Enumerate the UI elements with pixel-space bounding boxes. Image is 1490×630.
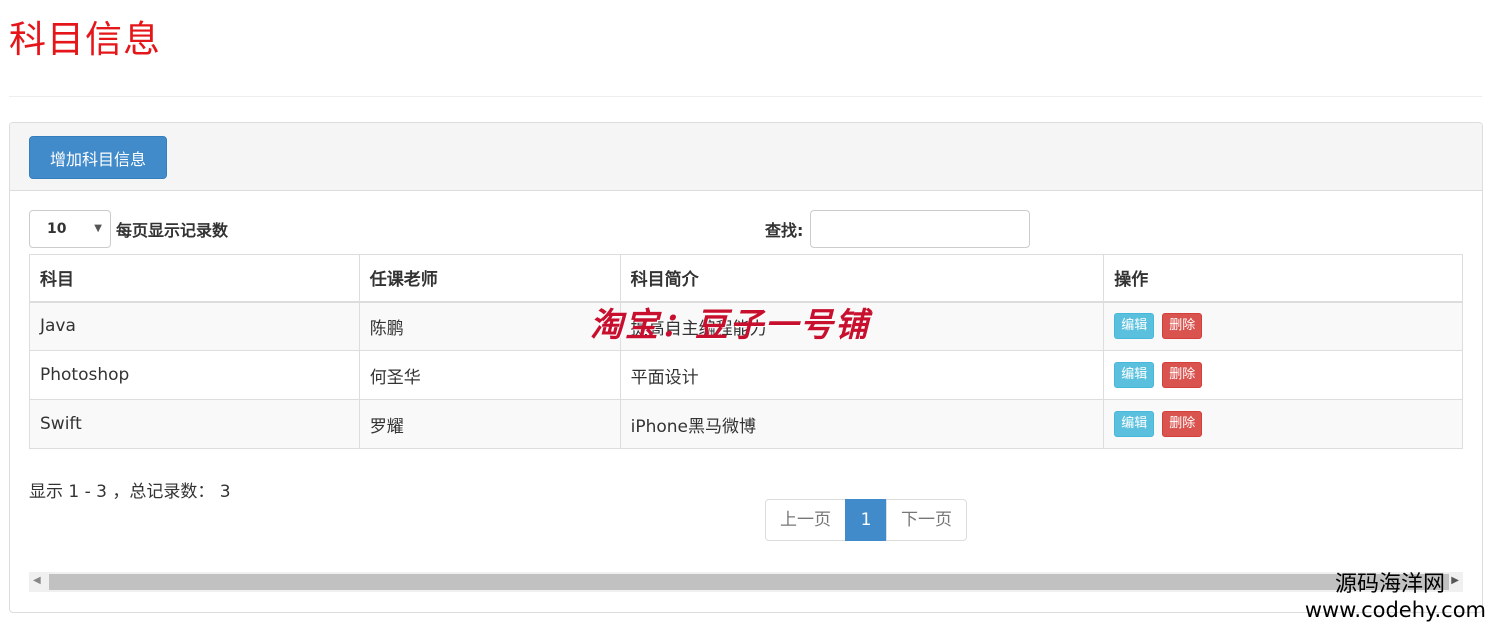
cell-intro: 平面设计 bbox=[619, 350, 1105, 400]
table-header-row: 科目 任课老师 科目简介 操作 bbox=[29, 254, 1463, 303]
column-header-teacher[interactable]: 任课老师 bbox=[358, 254, 621, 303]
column-header-intro[interactable]: 科目简介 bbox=[619, 254, 1105, 303]
pagination: 上一页 1 下一页 bbox=[765, 499, 967, 541]
scroll-left-icon[interactable]: ◀ bbox=[33, 575, 41, 586]
watermark-shop: 淘宝：豆子一号铺 bbox=[590, 305, 870, 344]
scroll-right-icon[interactable]: ▶ bbox=[1451, 575, 1459, 586]
edit-button[interactable]: 编辑 bbox=[1114, 313, 1155, 340]
search-label: 查找: bbox=[765, 221, 804, 240]
page-title: 科目信息 bbox=[9, 18, 161, 61]
search-input[interactable] bbox=[810, 210, 1030, 248]
watermark-url: www.codehy.com bbox=[1304, 598, 1486, 622]
table-row: Photoshop 何圣华 平面设计 编辑 删除 bbox=[29, 350, 1463, 400]
scrollbar-thumb[interactable] bbox=[49, 574, 1449, 590]
cell-teacher: 罗耀 bbox=[358, 399, 621, 449]
horizontal-scrollbar[interactable]: ◀ ▶ bbox=[29, 572, 1463, 592]
subject-panel: 增加科目信息 10 ▼ 每页显示记录数 查找: 科目 任课老师 科目简介 操作 … bbox=[9, 122, 1483, 613]
delete-button[interactable]: 删除 bbox=[1162, 362, 1203, 388]
cell-subject: Swift bbox=[29, 399, 360, 449]
next-page-button[interactable]: 下一页 bbox=[886, 499, 967, 541]
table-info: 显示 1 - 3 ，总记录数： 3 bbox=[29, 482, 231, 502]
chevron-down-icon: ▼ bbox=[94, 223, 102, 234]
column-header-actions: 操作 bbox=[1103, 254, 1463, 303]
title-divider bbox=[9, 96, 1482, 97]
page-length-select[interactable]: 10 ▼ bbox=[29, 210, 111, 248]
add-subject-button[interactable]: 增加科目信息 bbox=[29, 136, 167, 179]
page-length-label: 每页显示记录数 bbox=[116, 221, 229, 240]
cell-subject: Java bbox=[29, 301, 360, 351]
cell-teacher: 陈鹏 bbox=[358, 301, 621, 351]
edit-button[interactable]: 编辑 bbox=[1114, 411, 1155, 437]
cell-teacher: 何圣华 bbox=[358, 350, 621, 400]
edit-button[interactable]: 编辑 bbox=[1114, 362, 1155, 388]
page-1-button[interactable]: 1 bbox=[845, 499, 887, 541]
cell-intro: iPhone黑马微博 bbox=[619, 399, 1105, 449]
cell-actions: 编辑 删除 bbox=[1103, 350, 1463, 400]
column-header-subject[interactable]: 科目 bbox=[29, 254, 360, 303]
delete-button[interactable]: 删除 bbox=[1162, 313, 1203, 340]
subject-table: 科目 任课老师 科目简介 操作 Java 陈鹏 提高自主编程能力 编辑 删除 Ph… bbox=[29, 254, 1463, 449]
cell-actions: 编辑 删除 bbox=[1103, 301, 1463, 351]
cell-actions: 编辑 删除 bbox=[1103, 399, 1463, 449]
delete-button[interactable]: 删除 bbox=[1162, 411, 1203, 437]
cell-subject: Photoshop bbox=[29, 350, 360, 400]
table-row: Swift 罗耀 iPhone黑马微博 编辑 删除 bbox=[29, 399, 1463, 449]
page-length-value: 10 bbox=[47, 221, 67, 237]
watermark-site-name: 源码海洋网 bbox=[1334, 572, 1445, 597]
panel-heading: 增加科目信息 bbox=[10, 123, 1482, 191]
prev-page-button[interactable]: 上一页 bbox=[765, 499, 846, 541]
